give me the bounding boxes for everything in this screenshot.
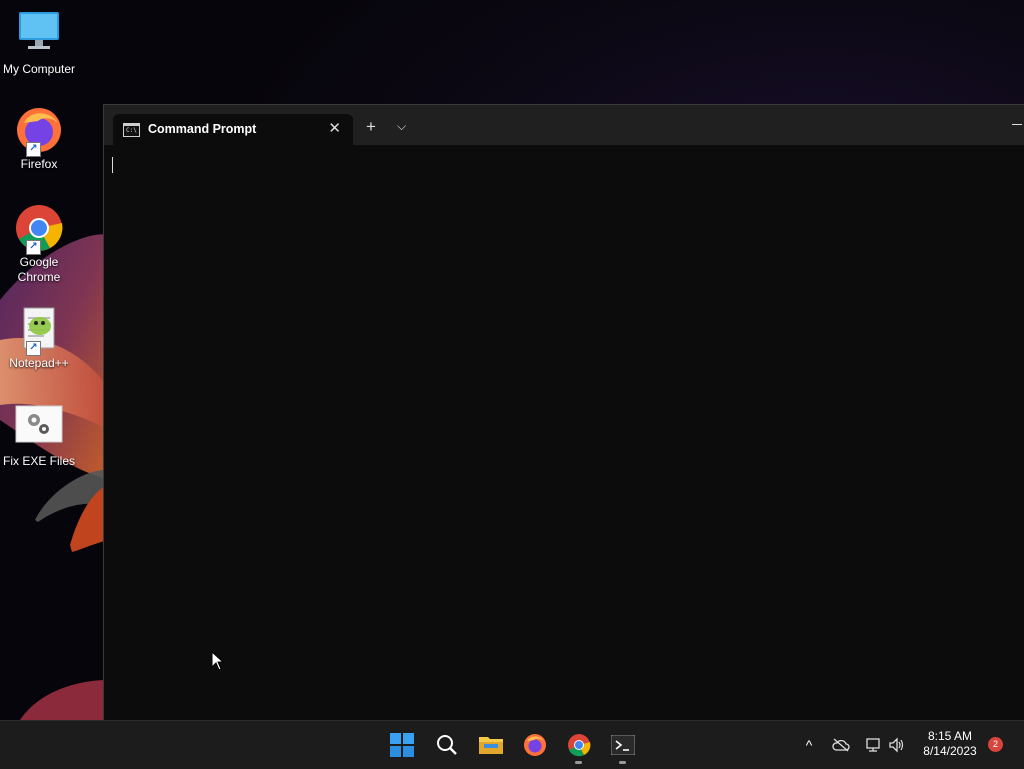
taskbar: ^ 8:15 AM 8/14/2023	[0, 720, 1024, 769]
desktop-icon-my-computer[interactable]: My Computer	[0, 10, 78, 77]
desktop-icon-label: Fix EXE Files	[2, 454, 75, 468]
volume-icon[interactable]	[886, 721, 908, 769]
firefox-icon	[524, 734, 546, 756]
clock-time: 8:15 AM	[927, 729, 973, 743]
desktop-icon-label: Notepad++	[9, 356, 69, 370]
taskbar-firefox-button[interactable]	[519, 729, 551, 761]
notification-badge[interactable]: 2	[988, 737, 1003, 752]
tab-close-icon[interactable]: ✕	[328, 119, 341, 137]
desktop-icon-label: Google Chrome	[17, 255, 61, 284]
firefox-icon: ↗	[14, 105, 64, 157]
taskbar-terminal-button[interactable]	[607, 729, 639, 764]
search-button[interactable]	[431, 729, 463, 761]
new-tab-button[interactable]: +	[366, 118, 376, 136]
shortcut-arrow-icon: ↗	[26, 142, 41, 157]
desktop-icon-google-chrome[interactable]: ↗ Google Chrome	[0, 203, 78, 285]
chrome-icon	[568, 734, 591, 757]
clock-date: 8/14/2023	[923, 744, 977, 758]
shortcut-arrow-icon: ↗	[26, 341, 41, 356]
chrome-icon: ↗	[14, 203, 64, 255]
desktop-icon-label: Firefox	[20, 157, 58, 171]
notepad-plus-plus-icon: ↗	[14, 304, 64, 356]
terminal-icon	[611, 735, 635, 755]
onedrive-offline-icon[interactable]	[830, 721, 852, 769]
tab-title: Command Prompt	[148, 122, 257, 136]
command-prompt-icon: C:\	[123, 123, 140, 137]
minimize-button[interactable]	[1012, 124, 1022, 125]
desktop-icon-firefox[interactable]: ↗ Firefox	[0, 105, 78, 172]
mouse-pointer-icon	[211, 650, 225, 676]
windows-start-icon	[390, 733, 414, 757]
monitor-icon	[14, 10, 64, 60]
text-cursor	[112, 157, 113, 173]
desktop-icon-label: My Computer	[2, 62, 76, 76]
title-bar[interactable]: C:\ Command Prompt ✕ + ⌵	[104, 105, 1024, 145]
shortcut-arrow-icon: ↗	[26, 240, 41, 255]
system-clock[interactable]: 8:15 AM 8/14/2023	[918, 729, 982, 759]
tab-command-prompt[interactable]: C:\ Command Prompt ✕	[113, 114, 353, 145]
taskbar-chrome-button[interactable]	[563, 729, 595, 764]
start-button[interactable]	[386, 729, 418, 761]
gears-icon	[14, 402, 64, 452]
running-indicator	[619, 761, 626, 764]
search-icon	[437, 735, 457, 755]
folder-icon	[479, 737, 503, 754]
running-indicator	[575, 761, 582, 764]
network-icon[interactable]	[862, 721, 884, 769]
desktop-icon-fix-exe-files[interactable]: Fix EXE Files	[0, 402, 78, 469]
tray-overflow-chevron-icon[interactable]: ^	[800, 721, 818, 769]
terminal-window[interactable]: C:\ Command Prompt ✕ + ⌵	[103, 104, 1024, 721]
tab-dropdown-icon[interactable]: ⌵	[397, 119, 406, 134]
desktop-icon-notepad-plus-plus[interactable]: ↗ Notepad++	[0, 304, 78, 371]
file-explorer-button[interactable]	[475, 729, 507, 761]
